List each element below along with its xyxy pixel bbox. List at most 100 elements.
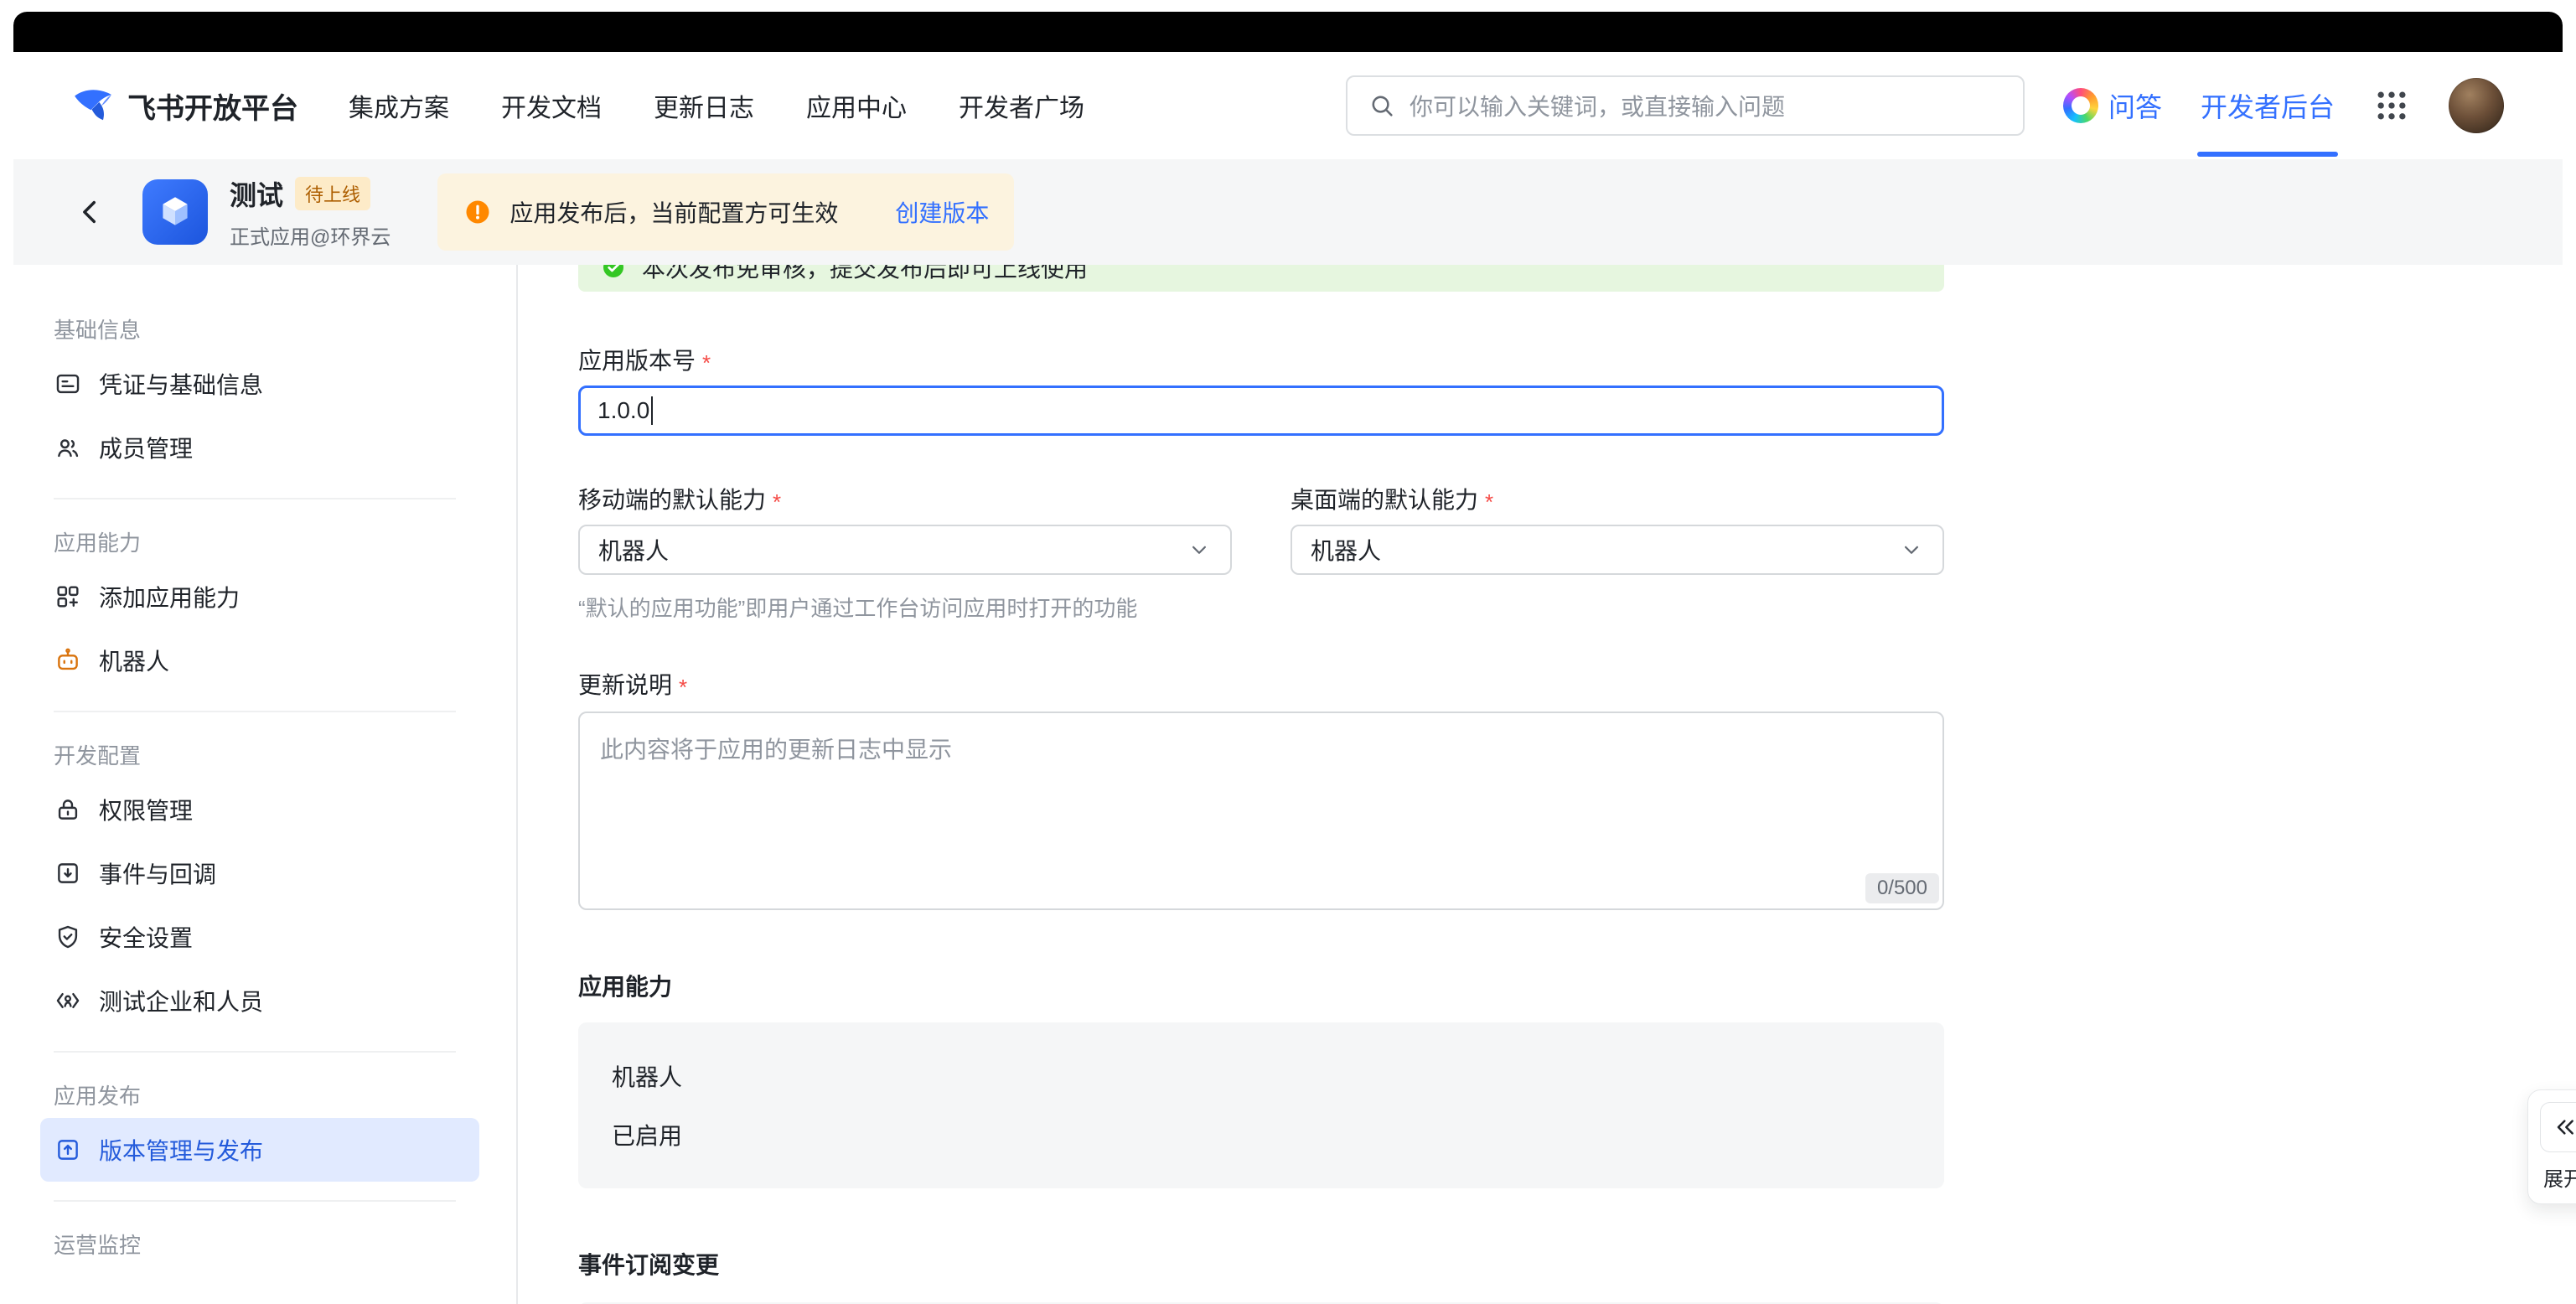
primary-nav: 集成方案 开发文档 更新日志 应用中心 开发者广场 bbox=[349, 87, 1084, 124]
user-avatar[interactable] bbox=[2449, 78, 2504, 133]
mobile-capability-select[interactable]: 机器人 bbox=[578, 525, 1232, 575]
sidebar-item-version-release[interactable]: 版本管理与发布 bbox=[40, 1118, 479, 1182]
notes-label: 更新说明 * bbox=[578, 671, 1944, 700]
capability-section-title: 应用能力 bbox=[578, 969, 1944, 1002]
app-icon bbox=[142, 179, 208, 245]
qa-ring-icon bbox=[2063, 88, 2098, 123]
sidebar-section-basic: 基础信息 bbox=[54, 305, 479, 352]
desktop-capability-label: 桌面端的默认能力 * bbox=[1291, 486, 1944, 515]
cube-icon bbox=[154, 191, 196, 233]
required-asterisk: * bbox=[773, 488, 781, 516]
nav-developer-console[interactable]: 开发者后台 bbox=[2201, 86, 2335, 125]
sidebar-item-label: 安全设置 bbox=[99, 920, 193, 954]
sidebar-item-permissions[interactable]: 权限管理 bbox=[40, 778, 479, 841]
status-badge: 待上线 bbox=[295, 177, 370, 210]
char-counter: 0/500 bbox=[1865, 873, 1939, 903]
capability-hint: “默认的应用功能”即用户通过工作台访问应用时打开的功能 bbox=[578, 592, 1944, 623]
top-navigation: 飞书开放平台 集成方案 开发文档 更新日志 应用中心 开发者广场 你可以输入关键… bbox=[13, 52, 2563, 159]
sidebar-item-credentials[interactable]: 凭证与基础信息 bbox=[40, 352, 479, 416]
release-alert-banner: 应用发布后，当前配置方可生效 创建版本 bbox=[437, 173, 1014, 251]
desktop-capability-value: 机器人 bbox=[1311, 533, 1381, 567]
double-chevron-left-icon bbox=[2552, 1114, 2576, 1141]
create-version-link[interactable]: 创建版本 bbox=[895, 195, 989, 229]
chevron-down-icon bbox=[1899, 537, 1924, 562]
feishu-logo[interactable]: 飞书开放平台 bbox=[72, 85, 298, 127]
window-titlebar bbox=[13, 12, 2563, 52]
sidebar-item-label: 测试企业和人员 bbox=[99, 984, 263, 1017]
qa-link[interactable]: 问答 bbox=[2063, 86, 2162, 125]
sidebar-item-members[interactable]: 成员管理 bbox=[40, 416, 479, 479]
apps-grid-icon[interactable] bbox=[2373, 87, 2410, 124]
version-release-icon bbox=[54, 1136, 82, 1164]
permission-icon bbox=[54, 795, 82, 824]
sidebar-item-label: 成员管理 bbox=[99, 431, 193, 464]
sidebar-item-label: 事件与回调 bbox=[99, 856, 216, 890]
members-icon bbox=[54, 433, 82, 462]
browser-window: 飞书开放平台 集成方案 开发文档 更新日志 应用中心 开发者广场 你可以输入关键… bbox=[13, 12, 2563, 1304]
logo-text: 飞书开放平台 bbox=[127, 85, 298, 127]
sidebar-item-label: 权限管理 bbox=[99, 793, 193, 826]
nav-item-changelog[interactable]: 更新日志 bbox=[654, 87, 754, 124]
capability-name: 机器人 bbox=[612, 1059, 1911, 1093]
desktop-capability-select[interactable]: 机器人 bbox=[1291, 525, 1944, 575]
sidebar-section-release: 应用发布 bbox=[54, 1071, 479, 1118]
mobile-capability-label: 移动端的默认能力 * bbox=[578, 486, 1232, 515]
page: 飞书开放平台 集成方案 开发文档 更新日志 应用中心 开发者广场 你可以输入关键… bbox=[0, 0, 2576, 1304]
success-banner-clip: 本次发布免审核，提交发布后即可上线使用 bbox=[578, 265, 1944, 292]
feishu-logo-icon bbox=[72, 85, 114, 127]
main-content: 本次发布免审核，提交发布后即可上线使用 应用版本号 * 1.0.0 bbox=[518, 265, 2563, 1304]
topnav-right: 问答 开发者后台 bbox=[2063, 78, 2504, 133]
notes-textarea[interactable] bbox=[578, 712, 1944, 910]
sidebar-item-test-org[interactable]: 测试企业和人员 bbox=[40, 969, 479, 1032]
events-section-title: 事件订阅变更 bbox=[578, 1247, 1944, 1281]
sidebar-item-security[interactable]: 安全设置 bbox=[40, 905, 479, 969]
app-meta: 测试 待上线 正式应用@环界云 bbox=[230, 174, 391, 250]
back-icon[interactable] bbox=[72, 194, 107, 230]
sidebar-section-dev-config: 开发配置 bbox=[54, 731, 479, 778]
search-icon bbox=[1368, 91, 1396, 120]
event-callback-icon bbox=[54, 859, 82, 887]
required-asterisk: * bbox=[1485, 488, 1493, 516]
search-input[interactable]: 你可以输入关键词，或直接输入问题 bbox=[1346, 75, 2025, 136]
mobile-capability-value: 机器人 bbox=[598, 533, 669, 567]
test-org-icon bbox=[54, 986, 82, 1015]
sidebar-item-bot[interactable]: 机器人 bbox=[40, 629, 479, 692]
search-placeholder: 你可以输入关键词，或直接输入问题 bbox=[1410, 89, 1785, 122]
capability-status: 已启用 bbox=[612, 1118, 1911, 1151]
nav-item-dev-plaza[interactable]: 开发者广场 bbox=[959, 87, 1084, 124]
body-row: 基础信息 凭证与基础信息 成员管理 应用能力 bbox=[13, 265, 2563, 1304]
robot-icon bbox=[54, 646, 82, 675]
version-input[interactable]: 1.0.0 bbox=[578, 386, 1944, 436]
sidebar-item-label: 添加应用能力 bbox=[99, 580, 240, 613]
capability-selects-row: 移动端的默认能力 * 机器人 bbox=[578, 486, 1944, 575]
expand-panel-toggle[interactable]: 展开 bbox=[2527, 1089, 2576, 1204]
capability-panel: 机器人 已启用 bbox=[578, 1022, 1944, 1188]
nav-item-integration[interactable]: 集成方案 bbox=[349, 87, 449, 124]
text-caret bbox=[651, 396, 653, 425]
sidebar-item-label: 机器人 bbox=[99, 644, 169, 677]
version-label: 应用版本号 * bbox=[578, 347, 1944, 375]
check-circle-icon bbox=[600, 265, 627, 281]
app-header-bar: 测试 待上线 正式应用@环界云 应用发布后，当前配置方可生效 创建版本 bbox=[13, 159, 2563, 265]
sidebar-item-label: 版本管理与发布 bbox=[99, 1133, 263, 1167]
sidebar-divider bbox=[54, 1051, 456, 1053]
nav-item-docs[interactable]: 开发文档 bbox=[501, 87, 602, 124]
add-capability-icon bbox=[54, 582, 82, 611]
sidebar: 基础信息 凭证与基础信息 成员管理 应用能力 bbox=[13, 265, 516, 1304]
notes-wrapper: 0/500 bbox=[578, 712, 1944, 910]
expand-button[interactable] bbox=[2540, 1102, 2576, 1152]
expand-label: 展开 bbox=[2540, 1162, 2576, 1192]
app-subtitle: 正式应用@环界云 bbox=[230, 220, 391, 250]
sidebar-item-add-capability[interactable]: 添加应用能力 bbox=[40, 565, 479, 629]
required-asterisk: * bbox=[702, 349, 711, 377]
chevron-down-icon bbox=[1187, 537, 1212, 562]
sidebar-item-events[interactable]: 事件与回调 bbox=[40, 841, 479, 905]
nav-item-app-center[interactable]: 应用中心 bbox=[806, 87, 907, 124]
success-banner-text: 本次发布免审核，提交发布后即可上线使用 bbox=[642, 265, 1088, 284]
sidebar-item-label: 凭证与基础信息 bbox=[99, 367, 263, 401]
alert-text: 应用发布后，当前配置方可生效 bbox=[510, 195, 838, 229]
required-asterisk: * bbox=[679, 673, 687, 701]
sidebar-section-capability: 应用能力 bbox=[54, 518, 479, 565]
sidebar-divider bbox=[54, 1200, 456, 1202]
security-icon bbox=[54, 923, 82, 951]
